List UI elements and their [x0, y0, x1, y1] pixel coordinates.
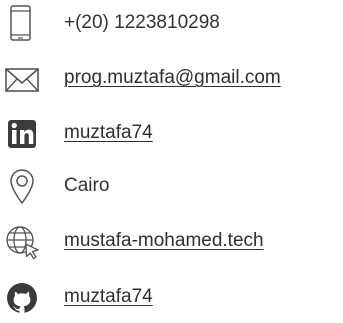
linkedin-link[interactable]: muztafa74: [64, 120, 153, 146]
linkedin-icon: [2, 112, 42, 156]
contact-email: prog.muztafa@gmail.com: [0, 57, 343, 101]
contact-phone: +(20) 1223810298: [0, 2, 343, 46]
phone-icon: [2, 2, 42, 46]
contact-website: mustafa-mohamed.tech: [0, 220, 343, 264]
github-icon: [2, 276, 42, 320]
website-link[interactable]: mustafa-mohamed.tech: [64, 228, 264, 254]
contact-linkedin: muztafa74: [0, 112, 343, 156]
envelope-icon: [2, 57, 42, 101]
github-link[interactable]: muztafa74: [64, 284, 153, 310]
map-pin-icon: [2, 165, 42, 209]
globe-cursor-icon: [2, 220, 42, 264]
email-link[interactable]: prog.muztafa@gmail.com: [64, 65, 281, 91]
contact-github: muztafa74: [0, 276, 343, 320]
phone-number: +(20) 1223810298: [64, 12, 220, 33]
contact-location: Cairo: [0, 165, 343, 209]
location-text: Cairo: [64, 175, 110, 196]
